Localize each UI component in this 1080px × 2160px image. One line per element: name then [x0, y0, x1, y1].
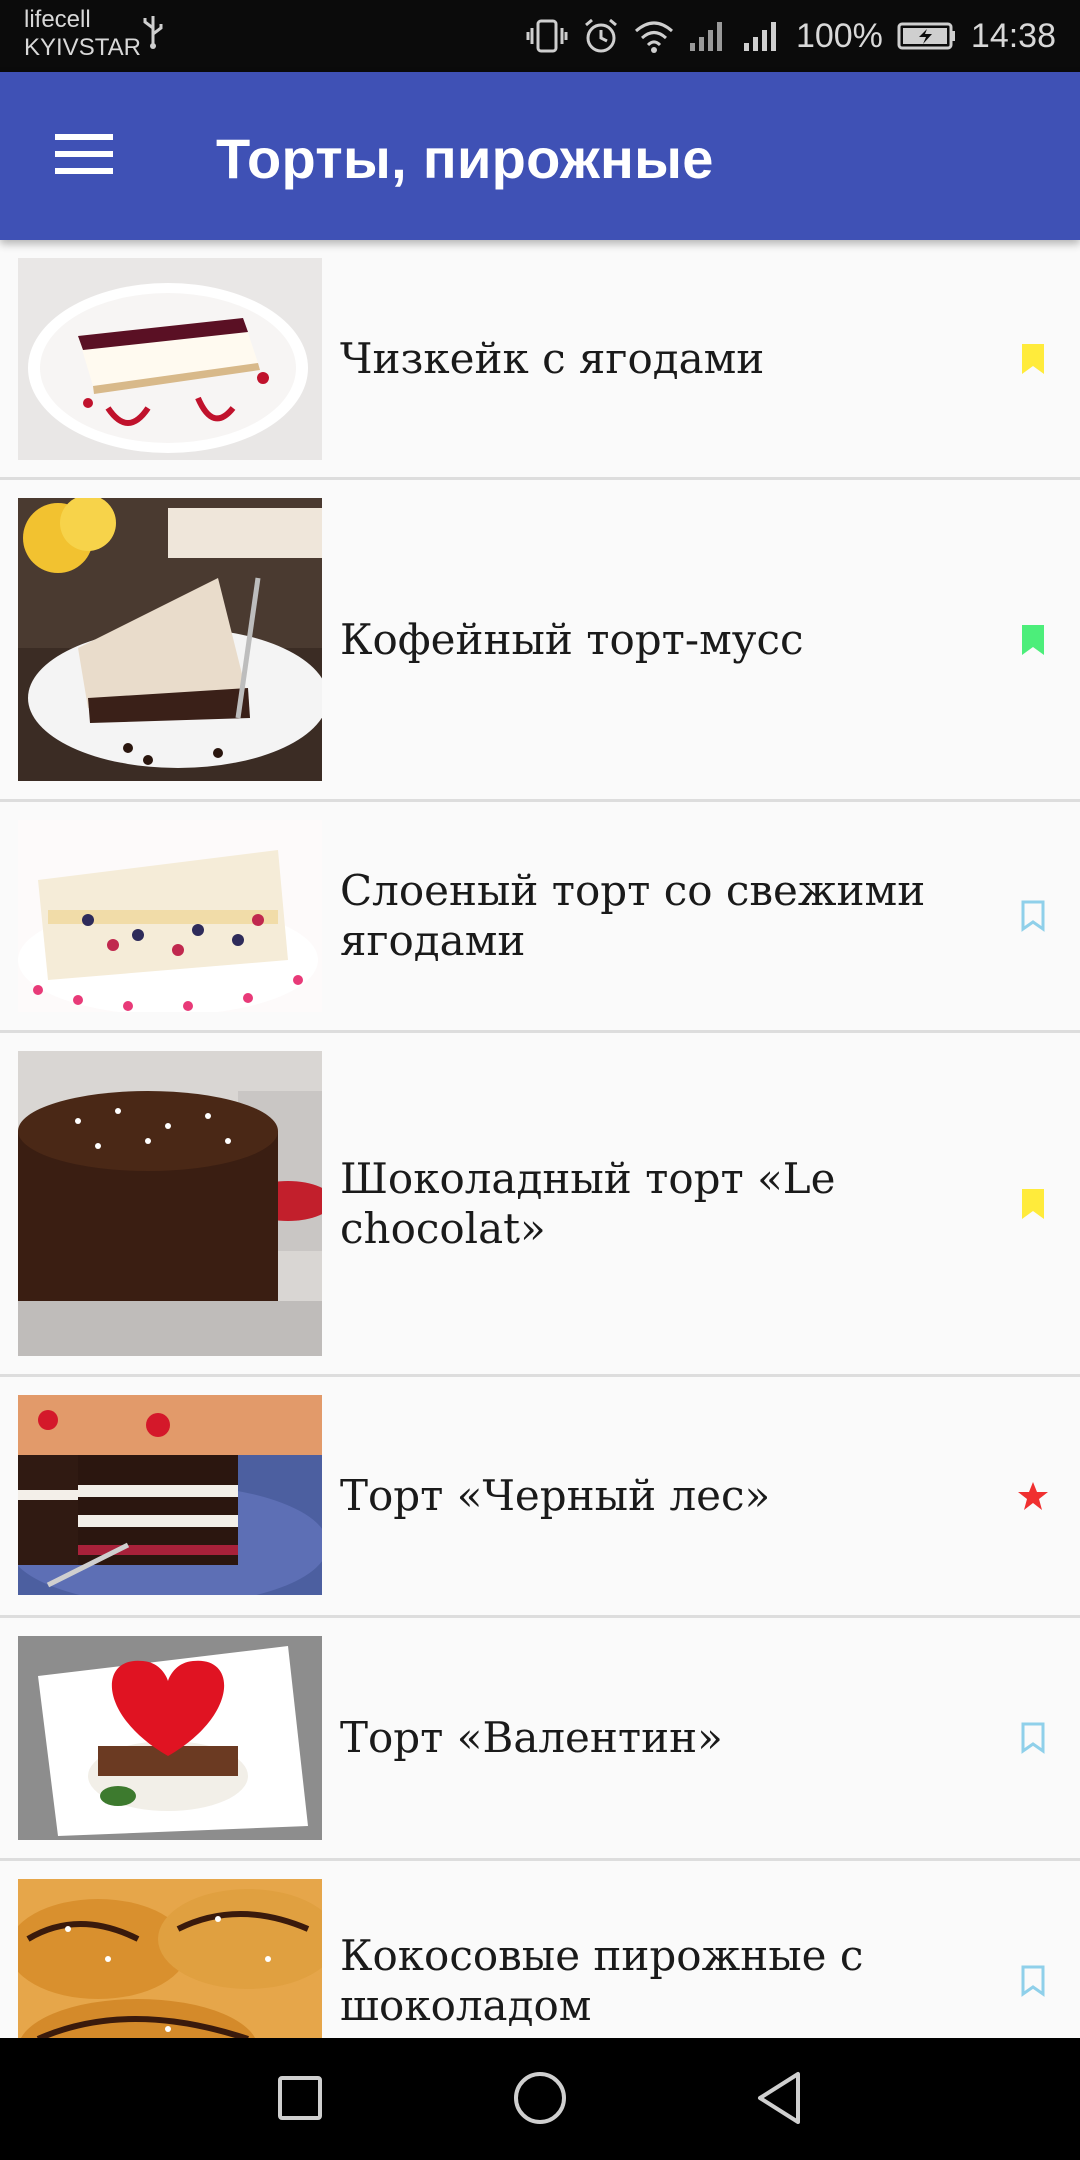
recipe-title: Кокосовые пирожные с шоколадом [340, 1931, 864, 2030]
status-bar: lifecell KYIVSTAR 100% 14:38 [0, 0, 1080, 72]
wifi-icon [634, 19, 674, 53]
menu-button[interactable] [36, 116, 132, 196]
bookmark-icon[interactable] [1016, 621, 1050, 659]
recents-button[interactable] [264, 2064, 336, 2136]
home-circle-icon[interactable] [512, 2070, 568, 2130]
recipe-thumbnail [18, 1879, 322, 2038]
list-item[interactable]: Кокосовые пирожные с шоколадом [0, 1861, 1080, 2038]
bookmark-outline-icon[interactable] [1016, 1962, 1050, 2000]
alarm-icon [582, 17, 620, 55]
clock: 14:38 [970, 16, 1056, 55]
battery-charging-icon [897, 21, 957, 51]
usb-icon [140, 14, 166, 54]
carrier-line2: KYIVSTAR [24, 34, 141, 61]
recipe-thumbnail [18, 1051, 322, 1356]
recipe-title: Кофейный торт-мусс [340, 614, 804, 664]
page-title: Торты, пирожные [216, 127, 714, 190]
signal-icon [742, 19, 782, 53]
star-icon[interactable] [1016, 1477, 1050, 1515]
list-item[interactable]: Шоколадный торт «Le chocolat» [0, 1033, 1080, 1377]
home-button[interactable] [504, 2064, 576, 2136]
bookmark-outline-icon[interactable] [1016, 1719, 1050, 1757]
list-item[interactable]: Торт «Черный лес» [0, 1377, 1080, 1618]
list-item[interactable]: Торт «Валентин» [0, 1618, 1080, 1861]
back-triangle-icon[interactable] [754, 2070, 806, 2130]
recipe-title: Шоколадный торт «Le chocolat» [340, 1153, 836, 1253]
recents-square-icon[interactable] [276, 2074, 324, 2126]
list-item[interactable]: Чизкейк с ягодами [0, 240, 1080, 480]
list-item[interactable]: Кофейный торт-мусс [0, 480, 1080, 802]
hamburger-menu-icon[interactable] [55, 132, 113, 180]
bookmark-outline-icon[interactable] [1016, 897, 1050, 935]
recipe-title: Торт «Черный лес» [340, 1471, 771, 1520]
vibrate-icon [526, 18, 568, 54]
carrier-info: lifecell KYIVSTAR [24, 6, 141, 62]
list-item[interactable]: Слоеный торт со свежими ягодами [0, 802, 1080, 1033]
bookmark-icon[interactable] [1016, 1185, 1050, 1223]
recipe-thumbnail [18, 820, 322, 1012]
recipe-list[interactable]: Чизкейк с ягодами Кофейный торт-мусс Сло… [0, 240, 1080, 2038]
recipe-title: Чизкейк с ягодами [340, 333, 765, 383]
recipe-thumbnail [18, 258, 322, 460]
bookmark-icon[interactable] [1016, 340, 1050, 378]
recipe-thumbnail [18, 1636, 322, 1840]
navigation-bar [0, 2038, 1080, 2160]
recipe-title: Торт «Валентин» [340, 1713, 723, 1762]
app-bar: Торты, пирожные [0, 72, 1080, 240]
back-button[interactable] [744, 2064, 816, 2136]
battery-percent: 100% [795, 16, 883, 55]
recipe-thumbnail [18, 498, 322, 781]
recipe-thumbnail [18, 1395, 322, 1595]
carrier-line1: lifecell [24, 6, 91, 33]
signal-icon [688, 19, 728, 53]
recipe-title: Слоеный торт со свежими ягодами [340, 866, 926, 965]
